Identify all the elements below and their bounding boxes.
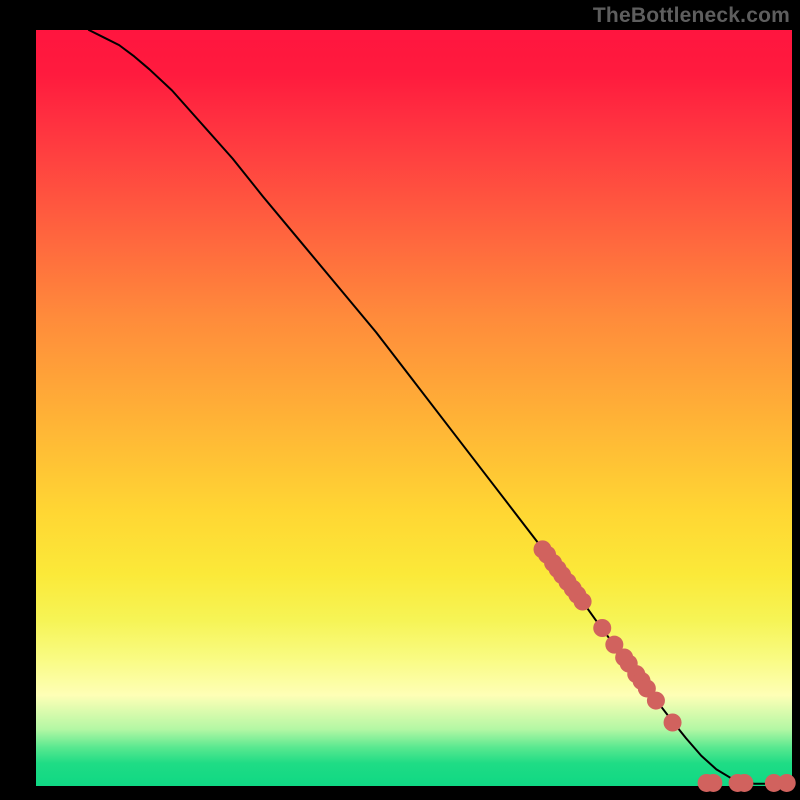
data-point: [574, 593, 592, 611]
data-point: [593, 619, 611, 637]
data-point: [735, 774, 753, 792]
attribution-label: TheBottleneck.com: [593, 4, 790, 28]
plot-area: [36, 30, 792, 786]
points-overlay: [36, 30, 792, 786]
data-point: [778, 774, 796, 792]
chart-stage: TheBottleneck.com: [0, 0, 800, 800]
data-point: [664, 714, 682, 732]
data-point: [704, 774, 722, 792]
data-point: [647, 692, 665, 710]
